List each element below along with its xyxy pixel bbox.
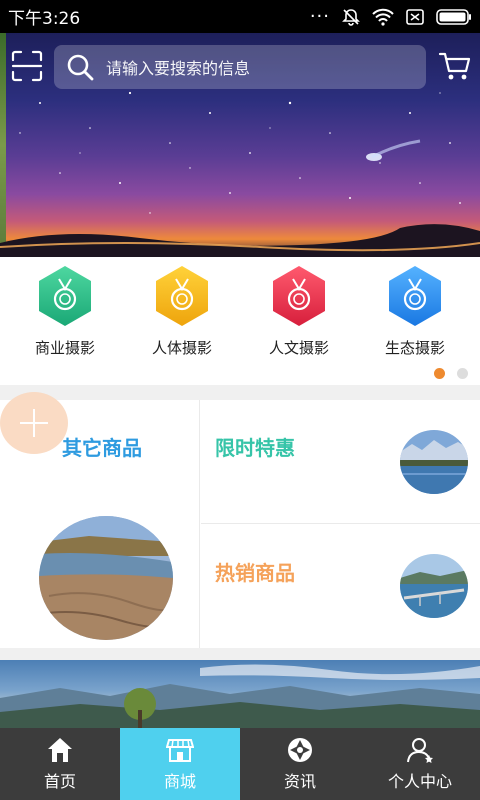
search-placeholder: 请输入要搜索的信息 — [106, 59, 251, 78]
user-icon — [407, 738, 433, 763]
page-dot-active[interactable] — [434, 368, 445, 379]
tab-news[interactable]: 资讯 — [240, 728, 360, 800]
medal-icon — [389, 266, 441, 326]
mute-icon — [342, 8, 360, 26]
category-label: 人文摄影 — [268, 339, 329, 357]
beach-image — [39, 516, 173, 640]
tab-label: 个人中心 — [387, 772, 452, 791]
tab-store[interactable]: 商城 — [120, 728, 240, 800]
home-icon — [48, 738, 72, 762]
category-item-humanities[interactable]: 人文摄影 — [244, 265, 354, 365]
tab-label: 商城 — [163, 772, 196, 791]
scan-icon[interactable] — [10, 49, 44, 83]
bridge-image — [400, 554, 468, 618]
category-item-body[interactable]: 人体摄影 — [127, 265, 237, 365]
limited-offer-title: 限时特惠 — [215, 436, 295, 460]
category-item-ecology[interactable]: 生态摄影 — [360, 265, 470, 365]
category-row: 商业摄影 人体摄影 人文摄影 生态摄影 — [0, 257, 480, 385]
tab-label: 首页 — [43, 772, 76, 791]
mountain-image — [0, 664, 480, 728]
plus-icon — [20, 409, 48, 437]
search-input[interactable]: 请输入要搜索的信息 — [54, 45, 426, 89]
tab-home[interactable]: 首页 — [0, 728, 120, 800]
hot-products-title: 热销商品 — [215, 561, 295, 585]
more-dots-icon: ··· — [309, 5, 330, 27]
bottom-tab-bar: 首页 商城 资讯 个人中心 — [0, 728, 480, 800]
medal-icon — [39, 266, 91, 326]
promo-banner[interactable] — [0, 660, 480, 728]
page-dot[interactable] — [457, 368, 468, 379]
category-label: 人体摄影 — [151, 339, 212, 357]
status-bar: 下午3:26 ··· — [0, 0, 480, 33]
add-button[interactable] — [0, 392, 68, 454]
hero-banner[interactable]: 请输入要搜索的信息 — [0, 33, 480, 257]
hot-products-card[interactable]: 热销商品 — [201, 524, 480, 648]
medal-icon — [273, 266, 325, 326]
search-icon — [67, 54, 94, 81]
other-products-title: 其它商品 — [62, 436, 142, 460]
store-icon — [166, 739, 194, 762]
category-item-commercial[interactable]: 商业摄影 — [10, 265, 120, 365]
cart-icon[interactable] — [438, 49, 472, 83]
status-time: 下午3:26 — [8, 9, 81, 29]
tab-profile[interactable]: 个人中心 — [360, 728, 480, 800]
product-section: 其它商品 限时特惠 热销商品 — [0, 400, 480, 648]
category-label: 商业摄影 — [34, 339, 95, 357]
battery-icon — [436, 8, 471, 25]
limited-offer-card[interactable]: 限时特惠 — [201, 400, 480, 524]
medal-icon — [156, 266, 208, 326]
lake-image — [400, 430, 468, 494]
sim-icon — [406, 8, 424, 25]
category-label: 生态摄影 — [384, 339, 445, 357]
page-indicator — [434, 368, 468, 379]
wifi-icon — [372, 8, 394, 26]
aperture-icon — [288, 738, 312, 762]
tab-label: 资讯 — [283, 772, 316, 791]
